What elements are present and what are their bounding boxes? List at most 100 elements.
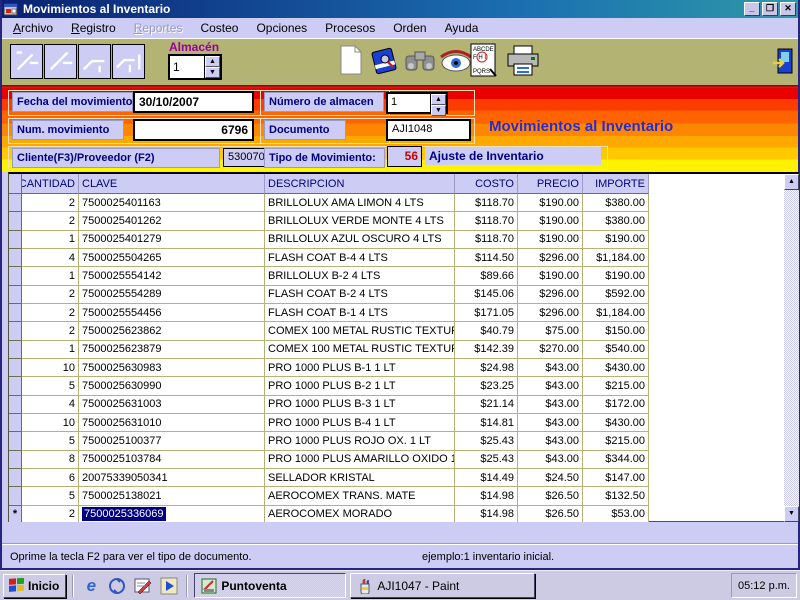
cell-descripcion[interactable]: PRO 1000 PLUS B-3 1 LT <box>265 395 455 414</box>
cell-costo[interactable]: $118.70 <box>455 194 518 213</box>
cell-costo[interactable]: $89.66 <box>455 267 518 286</box>
spin-up-icon[interactable]: ▲ <box>205 56 220 67</box>
cell-descripcion[interactable]: FLASH COAT B-1 4 LTS <box>265 303 455 323</box>
row-selector[interactable] <box>9 358 22 378</box>
cell-cantidad[interactable]: 1 <box>22 340 79 359</box>
cell-descripcion[interactable]: BRILLOLUX AMA LIMON 4 LTS <box>265 194 455 213</box>
menu-reportes[interactable]: Reportes <box>125 19 192 37</box>
menu-registro[interactable]: Registro <box>62 19 125 37</box>
almacen-spinner-value[interactable]: 1 <box>170 56 204 78</box>
cell-clave[interactable]: 7500025401163 <box>79 194 265 213</box>
cell-importe[interactable]: $1,184.00 <box>583 303 649 323</box>
mail-icon[interactable] <box>132 575 154 597</box>
row-selector[interactable] <box>9 395 22 414</box>
documento-input[interactable]: AJI1048 <box>386 119 471 141</box>
table-row[interactable]: 1 7500025623879 COMEX 100 METAL RUSTIC TEX… <box>9 340 662 359</box>
cell-clave[interactable]: 7500025630983 <box>79 358 265 378</box>
cell-costo[interactable]: $25.43 <box>455 432 518 451</box>
cell-importe[interactable]: $190.00 <box>583 230 649 249</box>
row-selector[interactable] <box>9 248 22 268</box>
cell-cantidad[interactable]: 2 <box>22 285 79 304</box>
cell-clave[interactable]: 7500025103784 <box>79 450 265 469</box>
cell-importe[interactable]: $380.00 <box>583 212 649 231</box>
cell-descripcion[interactable]: PRO 1000 PLUS AMARILLO OXIDO 1 <box>265 450 455 469</box>
new-document-button[interactable] <box>339 45 363 80</box>
cell-descripcion[interactable]: SELLADOR KRISTAL <box>265 468 455 488</box>
cell-cantidad[interactable]: 2 <box>22 194 79 213</box>
table-row[interactable]: 5 7500025100377 PRO 1000 PLUS ROJO OX. 1 L… <box>9 432 662 451</box>
selected-cell-value[interactable]: 7500025336069 <box>82 507 166 522</box>
channels-icon[interactable] <box>106 575 128 597</box>
cell-clave[interactable]: 20075339050341 <box>79 468 265 488</box>
almacen-spinner[interactable]: 1 ▲ ▼ <box>168 54 222 80</box>
table-row[interactable]: 10 7500025630983 PRO 1000 PLUS B-1 1 LT $24… <box>9 358 662 378</box>
cell-precio[interactable]: $43.00 <box>518 432 583 451</box>
row-selector[interactable] <box>9 450 22 469</box>
cell-descripcion[interactable]: BRILLOLUX VERDE MONTE 4 LTS <box>265 212 455 231</box>
menu-orden[interactable]: Orden <box>384 19 435 37</box>
spin-up-icon[interactable]: ▲ <box>431 94 446 105</box>
tipo-movimiento-code[interactable]: 56 <box>387 146 422 167</box>
row-selector[interactable] <box>9 432 22 451</box>
alphabet-search-button[interactable]: ABCDE F H I PQRS <box>470 43 498 84</box>
cell-precio[interactable]: $43.00 <box>518 413 583 433</box>
cell-precio[interactable]: $190.00 <box>518 267 583 286</box>
row-selector[interactable] <box>9 230 22 249</box>
minimize-button[interactable]: _ <box>744 2 760 16</box>
cell-clave[interactable]: 7500025138021 <box>79 487 265 506</box>
cell-importe[interactable]: $380.00 <box>583 194 649 213</box>
header-clave[interactable]: CLAVE <box>79 174 265 194</box>
row-selector[interactable] <box>9 468 22 488</box>
cell-importe[interactable]: $1,184.00 <box>583 248 649 268</box>
cell-precio[interactable]: $296.00 <box>518 285 583 304</box>
cell-costo[interactable]: $21.14 <box>455 395 518 414</box>
nav-prev-button[interactable] <box>44 44 77 79</box>
row-selector[interactable] <box>9 285 22 304</box>
cell-cantidad[interactable]: 1 <box>22 267 79 286</box>
cell-importe[interactable]: $430.00 <box>583 413 649 433</box>
cell-cantidad[interactable]: 2 <box>22 212 79 231</box>
table-row[interactable]: 5 7500025630990 PRO 1000 PLUS B-2 1 LT $23.… <box>9 377 662 396</box>
cell-precio[interactable]: $43.00 <box>518 450 583 469</box>
header-cantidad[interactable]: CANTIDAD <box>22 174 79 194</box>
internet-explorer-icon[interactable]: e <box>80 575 102 597</box>
cell-cantidad[interactable]: 5 <box>22 487 79 506</box>
table-row[interactable]: 2 7500025554456 FLASH COAT B-1 4 LTS $171.0… <box>9 303 662 323</box>
cell-cantidad[interactable]: 5 <box>22 432 79 451</box>
table-row[interactable]: 2 7500025623862 COMEX 100 METAL RUSTIC TEX… <box>9 322 662 341</box>
restore-button[interactable]: ❐ <box>762 2 778 16</box>
close-button[interactable]: ✕ <box>780 2 796 16</box>
cell-cantidad[interactable]: 10 <box>22 413 79 433</box>
grid-scrollbar[interactable]: ▲ ▼ <box>784 172 799 522</box>
header-precio[interactable]: PRECIO <box>518 174 583 194</box>
spin-down-icon[interactable]: ▼ <box>205 67 220 78</box>
menu-ayuda[interactable]: Ayuda <box>436 19 488 37</box>
row-selector[interactable] <box>9 487 22 506</box>
cell-importe[interactable]: $592.00 <box>583 285 649 304</box>
spin-down-icon[interactable]: ▼ <box>431 105 446 116</box>
cell-clave[interactable]: 7500025623862 <box>79 322 265 341</box>
cell-costo[interactable]: $114.50 <box>455 248 518 268</box>
row-selector[interactable] <box>9 194 22 213</box>
print-button[interactable] <box>506 45 540 82</box>
table-row[interactable]: 2 7500025554289 FLASH COAT B-2 4 LTS $145.0… <box>9 285 662 304</box>
row-selector[interactable] <box>9 267 22 286</box>
table-row[interactable]: 5 7500025138021 AEROCOMEX TRANS. MATE $14.9… <box>9 487 662 506</box>
cell-precio[interactable]: $75.00 <box>518 322 583 341</box>
cell-costo[interactable]: $23.25 <box>455 377 518 396</box>
cell-importe[interactable]: $215.00 <box>583 377 649 396</box>
cell-costo[interactable]: $24.98 <box>455 358 518 378</box>
task-paint[interactable]: AJI1047 - Paint <box>350 573 536 598</box>
cell-importe[interactable]: $344.00 <box>583 450 649 469</box>
row-selector[interactable] <box>9 413 22 433</box>
scroll-up-icon[interactable]: ▲ <box>784 174 799 190</box>
cell-cantidad[interactable]: 4 <box>22 248 79 268</box>
cell-descripcion[interactable]: FLASH COAT B-2 4 LTS <box>265 285 455 304</box>
cell-descripcion[interactable]: PRO 1000 PLUS B-1 1 LT <box>265 358 455 378</box>
cell-clave[interactable]: 7500025631010 <box>79 413 265 433</box>
fecha-input[interactable]: 30/10/2007 <box>133 91 254 113</box>
cell-clave[interactable]: 7500025630990 <box>79 377 265 396</box>
cell-cantidad[interactable]: 2 <box>22 322 79 341</box>
menu-opciones[interactable]: Opciones <box>247 19 316 37</box>
cell-clave[interactable]: 7500025631003 <box>79 395 265 414</box>
